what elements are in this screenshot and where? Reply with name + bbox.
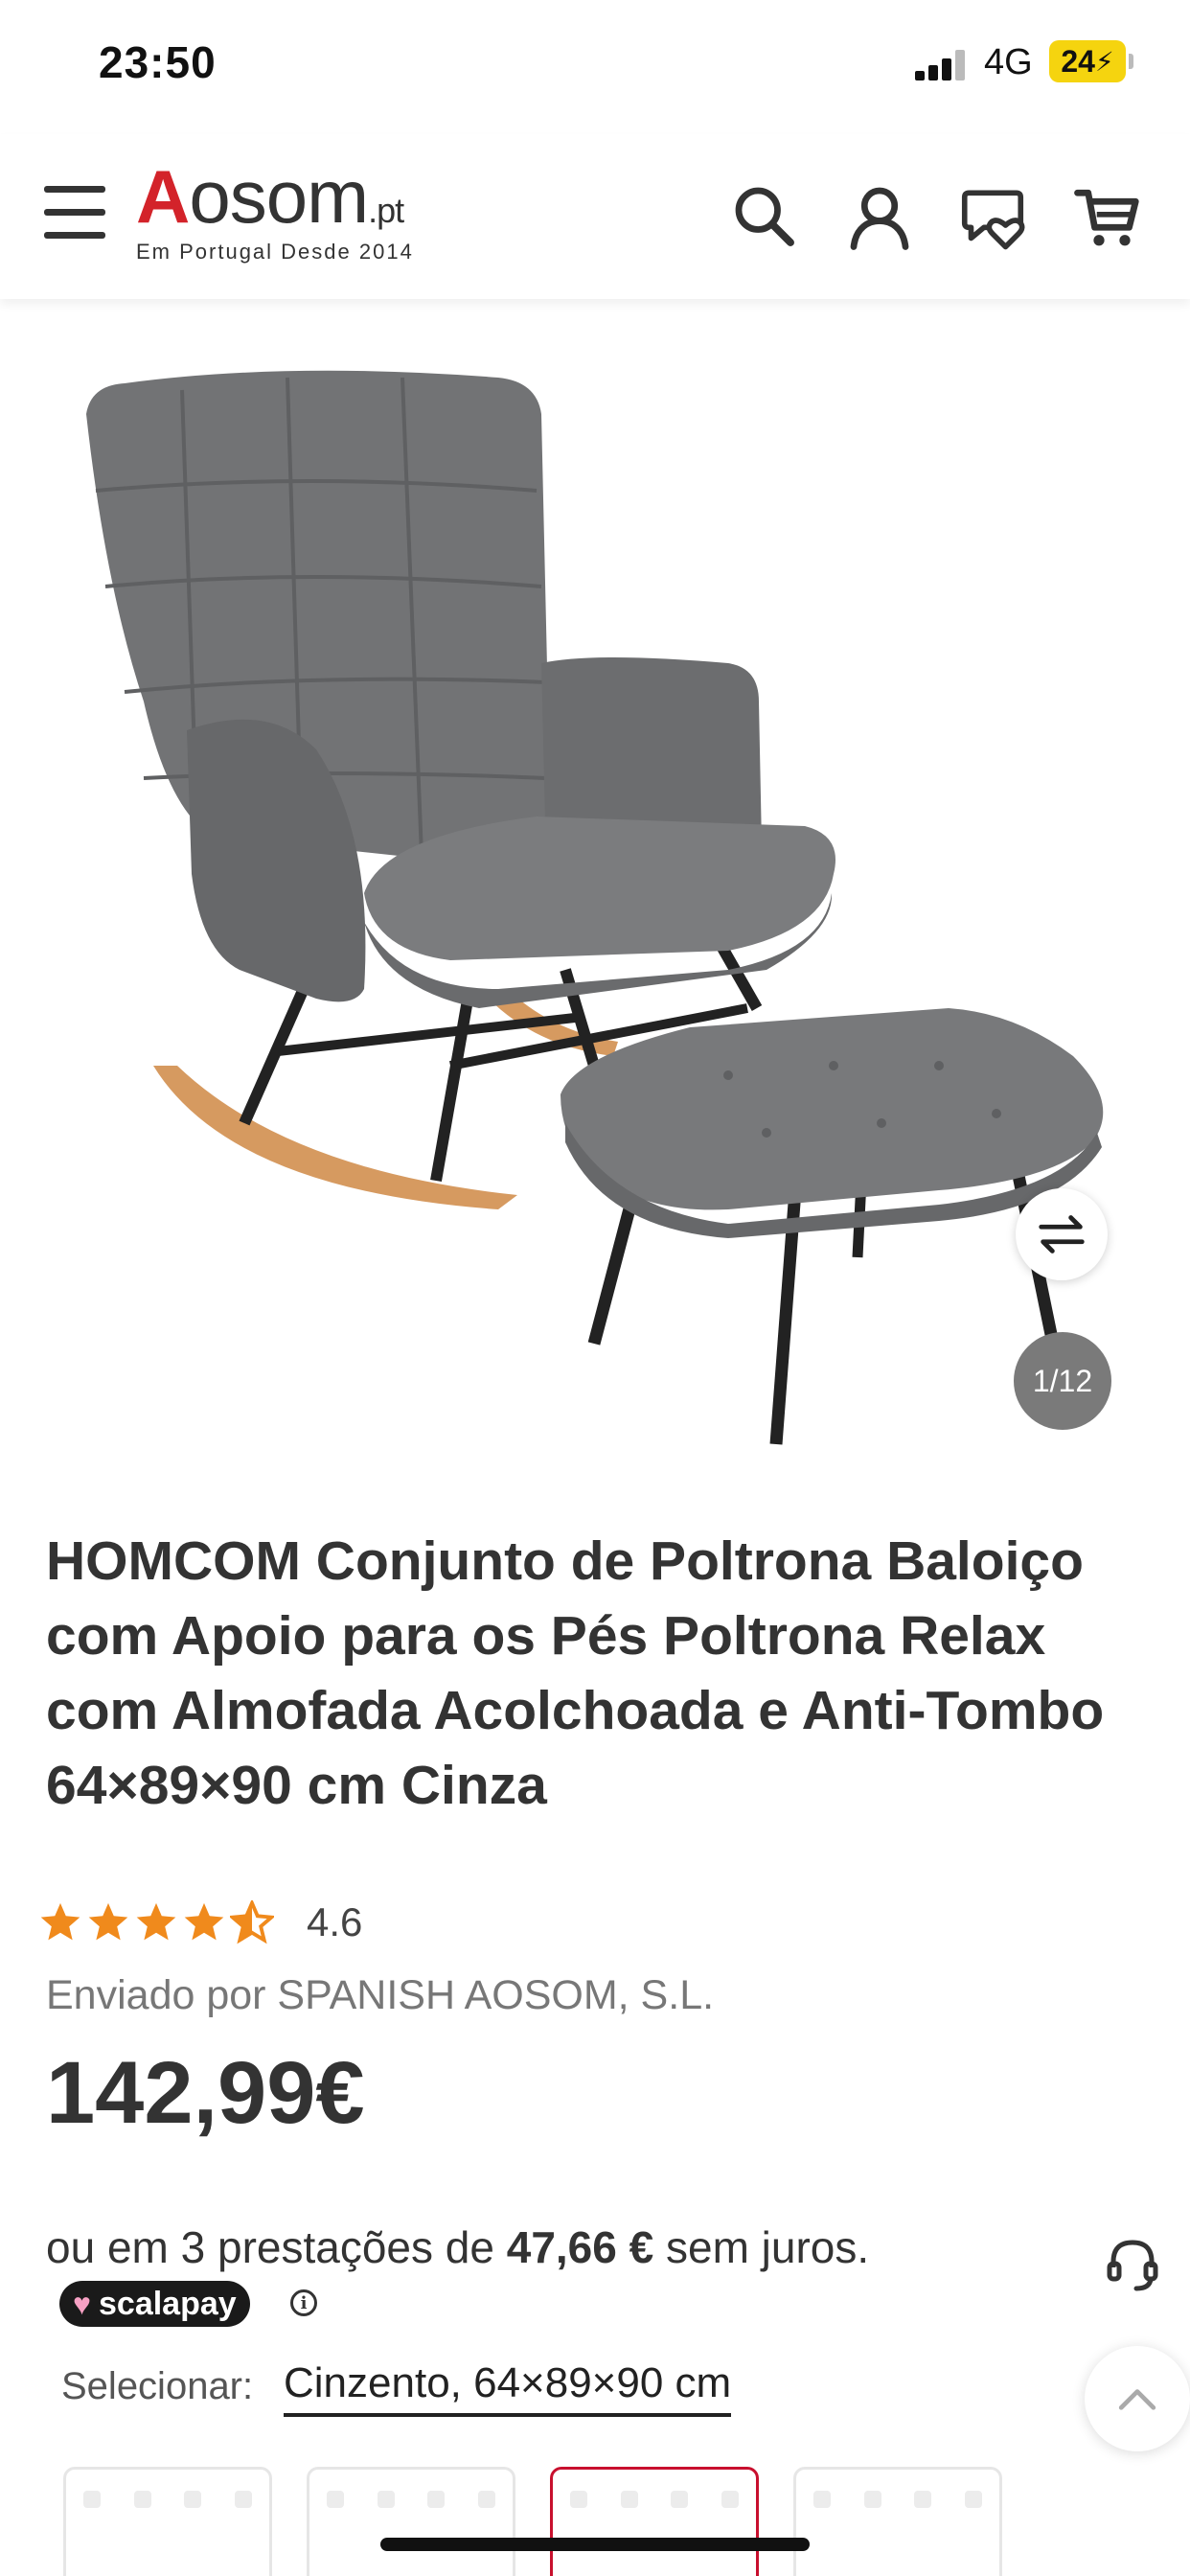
rating-stars xyxy=(38,1900,274,1944)
variant-thumbnails xyxy=(63,2467,1002,2576)
scalapay-badge: ♥ scalapay xyxy=(59,2281,250,2327)
star-half-icon xyxy=(230,1900,274,1944)
product-title: HOMCOM Conjunto de Poltrona Baloiço com … xyxy=(46,1530,1105,1816)
logo-text: osom xyxy=(189,154,369,239)
site-logo[interactable]: Aosom.pt Em Portugal Desde 2014 xyxy=(136,159,414,264)
star-full-icon xyxy=(184,1902,224,1941)
swap-view-button[interactable] xyxy=(1016,1188,1108,1280)
variant-thumbnail-selected[interactable] xyxy=(550,2467,759,2576)
support-headset-icon[interactable] xyxy=(1102,2233,1179,2310)
installments-suffix: sem juros. xyxy=(653,2222,870,2272)
product-gallery[interactable] xyxy=(0,299,1190,1449)
variant-select-label: Selecionar: xyxy=(61,2365,254,2407)
heart-icon: ♥ xyxy=(73,2286,91,2321)
status-time: 23:50 xyxy=(99,37,217,87)
logo-tld: .pt xyxy=(368,191,404,230)
star-full-icon xyxy=(88,1902,128,1941)
product-price: 142,99€ xyxy=(46,2044,365,2142)
installments-prefix: ou em 3 prestações de xyxy=(46,2222,507,2272)
rating-value: 4.6 xyxy=(307,1899,363,1944)
wishlist-icon[interactable] xyxy=(954,178,1031,255)
search-icon[interactable] xyxy=(726,178,803,255)
info-icon[interactable]: i xyxy=(290,2289,317,2316)
chevron-up-icon xyxy=(1118,2389,1156,2410)
product-rating[interactable]: 4.6 xyxy=(38,1896,362,1949)
variant-selected-value[interactable]: Cinzento, 64×89×90 cm xyxy=(284,2359,732,2417)
star-full-icon xyxy=(136,1902,176,1941)
battery-tip xyxy=(1129,54,1133,69)
scalapay-label: scalapay xyxy=(99,2285,237,2322)
variant-thumbnail[interactable] xyxy=(307,2467,515,2576)
image-counter: 1/12 xyxy=(1014,1332,1111,1430)
logo-tagline: Em Portugal Desde 2014 xyxy=(136,240,414,264)
logo-letter: A xyxy=(136,154,190,239)
menu-icon[interactable] xyxy=(44,186,105,240)
product-image xyxy=(86,370,1104,1445)
signal-icon xyxy=(915,50,967,80)
installments-amount: 47,66 € xyxy=(506,2222,654,2272)
star-full-icon xyxy=(40,1902,80,1941)
swap-arrows-icon xyxy=(1039,1215,1085,1254)
seller-info: Enviado por SPANISH AOSOM, S.L. xyxy=(46,1972,715,2018)
network-type: 4G xyxy=(984,42,1033,82)
scroll-top-button[interactable] xyxy=(1085,2346,1190,2451)
installments-info: ou em 3 prestações de 47,66 € sem juros. xyxy=(46,2221,869,2273)
user-icon[interactable] xyxy=(841,178,918,255)
battery-level: 24 xyxy=(1061,43,1095,79)
site-header: Aosom.pt Em Portugal Desde 2014 xyxy=(0,134,1190,299)
variant-thumbnail[interactable] xyxy=(63,2467,272,2576)
variant-thumbnail[interactable] xyxy=(793,2467,1002,2576)
status-bar: 23:50 4G 24 ⚡ xyxy=(0,0,1190,134)
home-indicator[interactable] xyxy=(380,2538,810,2551)
battery-icon: 24 ⚡ xyxy=(1049,40,1126,82)
cart-icon[interactable] xyxy=(1069,178,1146,255)
